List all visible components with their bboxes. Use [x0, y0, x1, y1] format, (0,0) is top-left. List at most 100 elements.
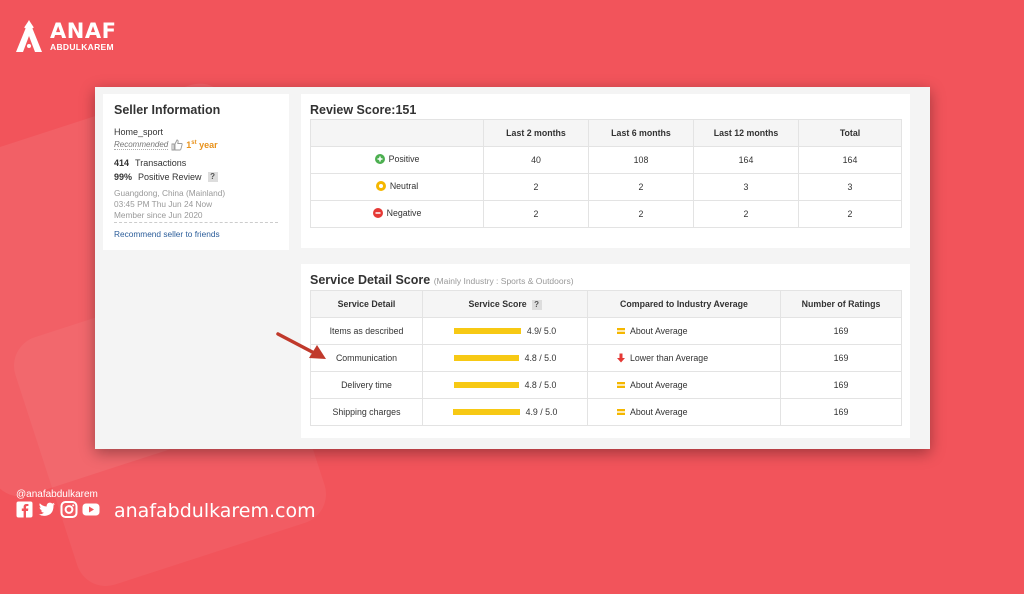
service-score-cell: 4.9 / 5.0 — [422, 398, 588, 426]
column-header: Total — [798, 119, 902, 147]
seller-location: Guangdong, China (Mainland) — [114, 188, 226, 198]
column-header: Last 6 months — [588, 119, 694, 147]
score-bar — [452, 409, 520, 415]
ratings-cell: 169 — [780, 398, 902, 426]
help-icon[interactable]: ? — [531, 299, 542, 310]
brand-subtitle: ABDULKAREM — [50, 41, 114, 52]
table-cell: 2 — [483, 173, 589, 201]
divider — [114, 222, 278, 223]
service-detail-label: Delivery time — [310, 371, 423, 399]
equal-icon — [617, 328, 625, 334]
service-detail-panel: Service Detail Score (Mainly Industry : … — [301, 264, 910, 438]
compare-cell: About Average — [587, 371, 781, 399]
service-detail-subtitle: (Mainly Industry : Sports & Outdoors) — [433, 276, 574, 286]
score-bar — [453, 382, 519, 388]
table-cell: 3 — [798, 173, 902, 201]
service-detail-title: Service Detail Score (Mainly Industry : … — [310, 273, 574, 287]
table-row: Delivery time 4.8 / 5.0 About Average 16… — [310, 371, 902, 399]
service-score-cell: 4.8 / 5.0 — [422, 371, 588, 399]
social-icons — [16, 501, 100, 518]
score-text: 4.9/ 5.0 — [526, 326, 557, 336]
score-bar — [453, 328, 521, 334]
positive-review-pct: 99% — [114, 172, 133, 182]
score-text: 4.9 / 5.0 — [525, 407, 558, 417]
service-score-cell: 4.8 / 5.0 — [422, 344, 588, 372]
positive-review-label: Positive Review — [138, 172, 202, 182]
row-label: Neutral — [310, 173, 484, 201]
row-label: Positive — [310, 146, 484, 174]
compare-cell: About Average — [587, 398, 781, 426]
neutral-circle-icon — [375, 181, 386, 191]
table-cell: 164 — [693, 146, 799, 174]
review-score-panel: Review Score:151 Last 2 months Last 6 mo… — [301, 94, 910, 248]
column-header: Last 2 months — [483, 119, 589, 147]
help-icon[interactable]: ? — [207, 172, 218, 182]
column-header: Service Score ? — [422, 290, 588, 318]
positive-review-stat: 99% Positive Review ? — [114, 172, 218, 182]
thumbs-up-icon — [171, 139, 183, 151]
instagram-icon[interactable] — [60, 501, 78, 518]
seller-info-title: Seller Information — [114, 103, 221, 117]
service-detail-table: Service Detail Service Score ? Compared … — [310, 290, 902, 426]
social-handle: @anafabdulkarem — [16, 489, 98, 500]
service-score-cell: 4.9/ 5.0 — [422, 317, 588, 345]
plus-circle-icon — [374, 154, 385, 164]
service-detail-label: Shipping charges — [310, 398, 423, 426]
table-row: Neutral 2 2 3 3 — [310, 173, 902, 201]
brand-logo-block: ANAF ABDULKAREM — [14, 18, 116, 54]
score-bar — [453, 355, 519, 361]
review-score-title: Review Score:151 — [310, 103, 417, 117]
minus-circle-icon — [372, 208, 383, 218]
table-header-row: Service Detail Service Score ? Compared … — [310, 290, 902, 318]
seller-member-since: Member since Jun 2020 — [114, 210, 203, 220]
table-row: Negative 2 2 2 2 — [310, 200, 902, 228]
score-text: 4.8 / 5.0 — [524, 380, 557, 390]
ratings-cell: 169 — [780, 371, 902, 399]
column-header: Service Detail — [310, 290, 423, 318]
equal-icon — [617, 409, 625, 415]
table-cell: 2 — [798, 200, 902, 228]
annotation-arrow-icon — [276, 332, 326, 359]
seller-years: 1st year — [186, 140, 218, 150]
youtube-icon[interactable] — [82, 501, 100, 518]
column-header: Last 12 months — [693, 119, 799, 147]
seller-name[interactable]: Home_sport — [114, 127, 163, 137]
table-cell: 40 — [483, 146, 589, 174]
score-text: 4.8 / 5.0 — [524, 353, 557, 363]
recommend-seller-link[interactable]: Recommend seller to friends — [114, 229, 220, 239]
ratings-cell: 169 — [780, 344, 902, 372]
table-cell: 3 — [693, 173, 799, 201]
recommended-row: Recommended 1st year — [114, 139, 218, 151]
table-cell: 2 — [588, 200, 694, 228]
brand-logo-icon — [16, 20, 42, 52]
table-cell: 2 — [693, 200, 799, 228]
compare-cell: About Average — [587, 317, 781, 345]
recommended-badge: Recommended — [114, 140, 169, 150]
brand-name: ANAF — [50, 18, 117, 43]
twitter-icon[interactable] — [38, 501, 56, 518]
row-label: Negative — [310, 200, 484, 228]
column-header: Number of Ratings — [780, 290, 902, 318]
seller-local-time: 03:45 PM Thu Jun 24 Now — [114, 199, 213, 209]
facebook-icon[interactable] — [16, 501, 34, 518]
table-row: Communication 4.8 / 5.0 Lower than Avera… — [310, 344, 902, 372]
column-header: Compared to Industry Average — [587, 290, 781, 318]
seller-information-panel: Seller Information Home_sport Recommende… — [103, 94, 289, 250]
table-row: Items as described 4.9/ 5.0 About Averag… — [310, 317, 902, 345]
down-arrow-icon — [617, 353, 625, 363]
transactions-label: Transactions — [135, 158, 187, 168]
transactions-stat: 414 Transactions — [114, 158, 186, 168]
website-url[interactable]: anafabdulkarem.com — [114, 500, 316, 522]
table-header-row: Last 2 months Last 6 months Last 12 mont… — [310, 119, 902, 147]
review-score-table: Last 2 months Last 6 months Last 12 mont… — [310, 119, 902, 228]
column-header — [310, 119, 484, 147]
table-cell: 2 — [483, 200, 589, 228]
table-row: Shipping charges 4.9 / 5.0 About Average… — [310, 398, 902, 426]
table-row: Positive 40 108 164 164 — [310, 146, 902, 174]
equal-icon — [617, 382, 625, 388]
screenshot-card: Seller Information Home_sport Recommende… — [95, 87, 930, 449]
table-cell: 164 — [798, 146, 902, 174]
table-cell: 2 — [588, 173, 694, 201]
table-cell: 108 — [588, 146, 694, 174]
transactions-count: 414 — [114, 158, 130, 168]
